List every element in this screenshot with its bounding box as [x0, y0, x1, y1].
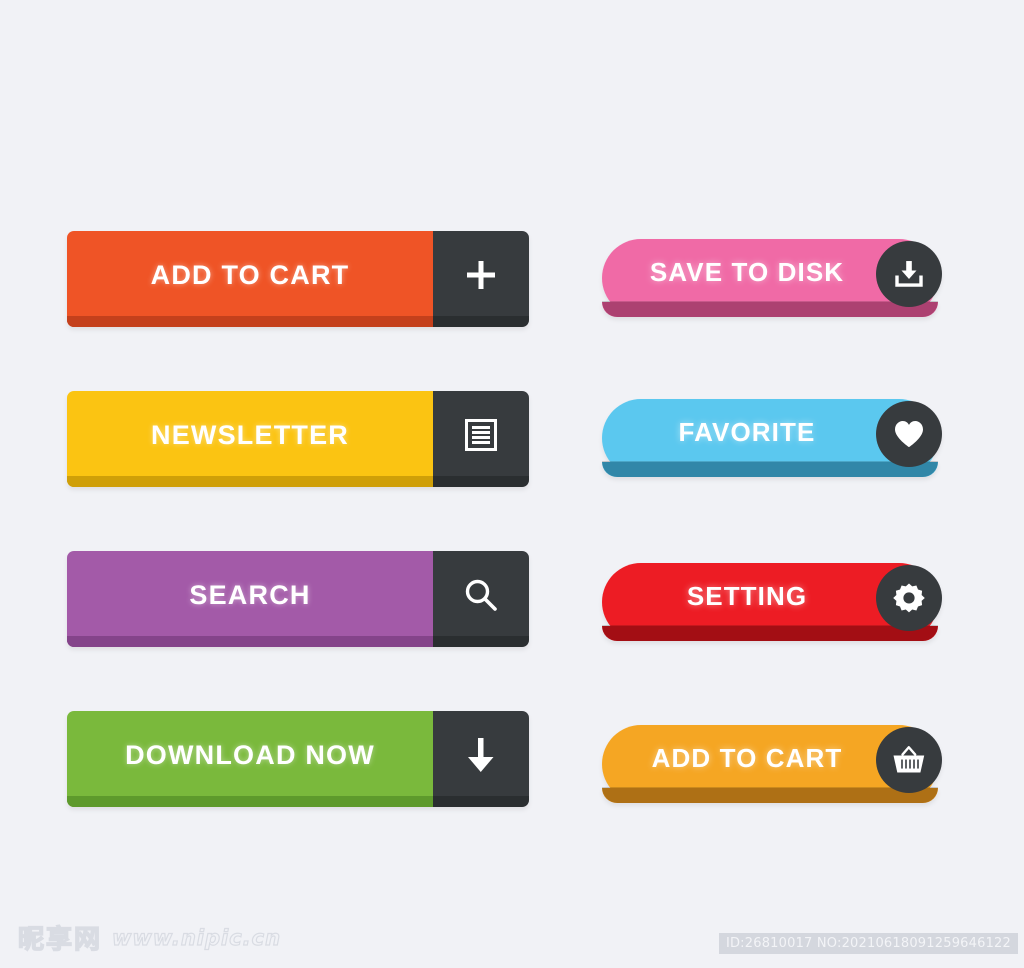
download-arrow-icon	[464, 736, 498, 774]
gear-icon	[893, 582, 925, 614]
favorite-pill-button[interactable]: FAVORITE	[602, 399, 942, 477]
download-now-rect-button[interactable]: DOWNLOAD NOW	[67, 711, 529, 807]
search-rect-button[interactable]: SEARCH	[67, 551, 529, 647]
button-label: ADD TO CART	[150, 259, 350, 290]
button-icon-circle[interactable]	[876, 241, 942, 308]
button-icon-circle[interactable]	[876, 401, 942, 468]
button-set-canvas: ADD TO CART NEWSLETTER SEARCH DOWNLOAD N…	[0, 0, 1024, 968]
save-to-disk-pill-button[interactable]: SAVE TO DISK	[602, 239, 942, 317]
button-icon-circle[interactable]	[876, 565, 942, 632]
button-body[interactable]: NEWSLETTER	[67, 391, 433, 487]
site-watermark: 昵享网 www.nipic.cn	[17, 919, 282, 956]
button-icon-pane[interactable]	[433, 551, 529, 647]
button-icon-circle[interactable]	[876, 727, 942, 794]
button-label: SETTING	[686, 581, 808, 611]
add-to-cart-rect-button[interactable]: ADD TO CART	[67, 231, 529, 327]
watermark-id-badge: ID:26810017 NO:20210618091259646122	[718, 933, 1018, 954]
newsletter-list-icon	[465, 419, 497, 451]
search-icon	[463, 577, 499, 613]
setting-pill-button[interactable]: SETTING	[602, 563, 942, 641]
button-label: ADD TO CART	[651, 743, 843, 773]
plus-icon	[464, 258, 498, 292]
watermark-brand-cjk: 昵享网	[17, 924, 103, 955]
heart-icon	[893, 419, 925, 449]
button-label: SEARCH	[189, 579, 311, 610]
button-icon-pane[interactable]	[433, 391, 529, 487]
button-body[interactable]: ADD TO CART	[67, 231, 433, 327]
button-label: DOWNLOAD NOW	[125, 739, 375, 770]
shopping-basket-icon	[892, 745, 926, 775]
newsletter-rect-button[interactable]: NEWSLETTER	[67, 391, 529, 487]
button-body[interactable]: DOWNLOAD NOW	[67, 711, 433, 807]
watermark-brand-url: www.nipic.cn	[111, 925, 282, 950]
button-label: SAVE TO DISK	[649, 257, 845, 287]
button-icon-pane[interactable]	[433, 711, 529, 807]
save-to-disk-icon	[893, 258, 925, 290]
button-body[interactable]: SEARCH	[67, 551, 433, 647]
button-label: NEWSLETTER	[151, 419, 349, 450]
button-label: FAVORITE	[678, 417, 816, 447]
button-icon-pane[interactable]	[433, 231, 529, 327]
add-to-cart-pill-button[interactable]: ADD TO CART	[602, 725, 942, 803]
